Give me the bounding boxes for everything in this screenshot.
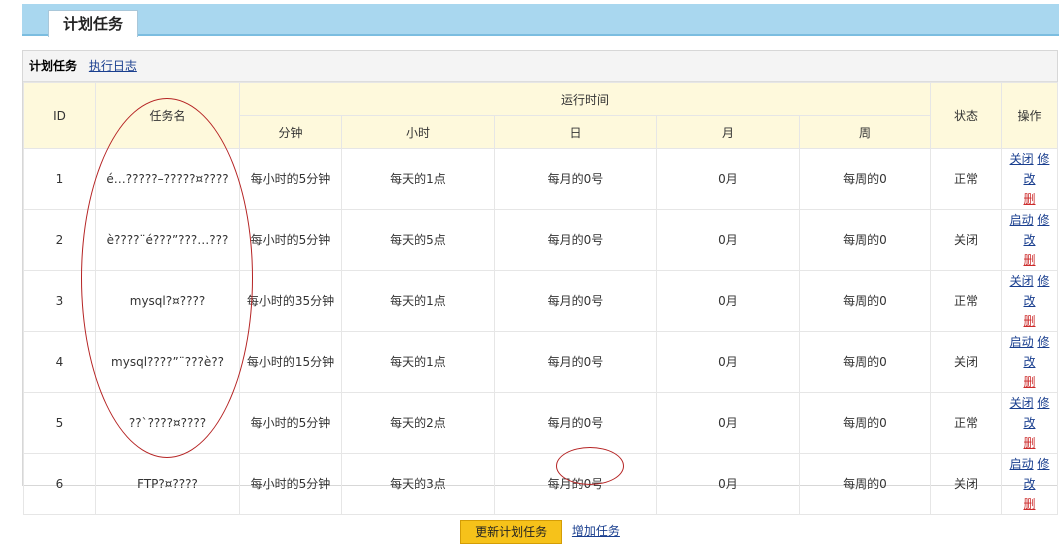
cell-minute: 每小时的5分钟 — [239, 453, 342, 515]
table-row: 4 mysql????”¨???è?? 每小时的15分钟 每天的1点 每月的0号… — [23, 331, 1058, 393]
header-month: 月 — [656, 115, 800, 149]
cell-task-name: ??`????¤???? — [95, 392, 240, 454]
table-row: 3 mysql?¤???? 每小时的35分钟 每天的1点 每月的0号 0月 每周… — [23, 270, 1058, 332]
cell-minute: 每小时的35分钟 — [239, 270, 342, 332]
header-run-time: 运行时间 — [239, 82, 931, 116]
toggle-link[interactable]: 启动 — [1010, 457, 1034, 471]
cell-actions: 启动 修改 删 — [1001, 453, 1058, 515]
cell-task-name: é…?????–?????¤???? — [95, 148, 240, 210]
header-week: 周 — [799, 115, 931, 149]
cell-week: 每周的0 — [799, 453, 931, 515]
toggle-link[interactable]: 启动 — [1010, 335, 1034, 349]
toggle-link[interactable]: 关闭 — [1010, 152, 1034, 166]
cell-week: 每周的0 — [799, 392, 931, 454]
tab-scheduled-tasks[interactable]: 计划任务 — [48, 10, 139, 37]
cell-day: 每月的0号 — [494, 209, 657, 271]
cell-actions: 启动 修改 删 — [1001, 209, 1058, 271]
cell-month: 0月 — [656, 270, 800, 332]
header-task-name: 任务名 — [95, 82, 240, 149]
cell-day: 每月的0号 — [494, 148, 657, 210]
update-tasks-button[interactable]: 更新计划任务 — [460, 520, 563, 544]
task-table: ID 任务名 运行时间 状态 操作 分钟 小时 日 月 周 1 é…?????–… — [23, 82, 1058, 515]
cell-hour: 每天的1点 — [341, 148, 495, 210]
cell-day: 每月的0号 — [494, 392, 657, 454]
cell-day: 每月的0号 — [494, 331, 657, 393]
cell-status: 关闭 — [930, 453, 1002, 515]
cell-month: 0月 — [656, 209, 800, 271]
cell-week: 每周的0 — [799, 148, 931, 210]
cell-status: 正常 — [930, 392, 1002, 454]
header-status: 状态 — [930, 82, 1002, 149]
cell-minute: 每小时的15分钟 — [239, 331, 342, 393]
toggle-link[interactable]: 关闭 — [1010, 274, 1034, 288]
cell-day: 每月的0号 — [494, 270, 657, 332]
task-panel: 计划任务 执行日志 ID 任务名 运行时间 状态 操作 分钟 小时 日 月 周 — [22, 50, 1058, 544]
panel-tab-execution-log[interactable]: 执行日志 — [89, 59, 137, 73]
cell-hour: 每天的1点 — [341, 270, 495, 332]
delete-link[interactable]: 删 — [1023, 253, 1035, 267]
cell-actions: 关闭 修改 删 — [1001, 270, 1058, 332]
cell-week: 每周的0 — [799, 270, 931, 332]
cell-id: 4 — [23, 331, 96, 393]
delete-link[interactable]: 删 — [1023, 497, 1035, 511]
cell-task-name: è????¨é???”???…??? — [95, 209, 240, 271]
cell-id: 5 — [23, 392, 96, 454]
cell-month: 0月 — [656, 148, 800, 210]
table-row: 5 ??`????¤???? 每小时的5分钟 每天的2点 每月的0号 0月 每周… — [23, 392, 1058, 454]
cell-month: 0月 — [656, 453, 800, 515]
table-row: 6 FTP?¤???? 每小时的5分钟 每天的3点 每月的0号 0月 每周的0 … — [23, 453, 1058, 515]
header-id: ID — [23, 82, 96, 149]
cell-id: 1 — [23, 148, 96, 210]
cell-task-name: FTP?¤???? — [95, 453, 240, 515]
table-row: 2 è????¨é???”???…??? 每小时的5分钟 每天的5点 每月的0号… — [23, 209, 1058, 271]
cell-id: 6 — [23, 453, 96, 515]
cell-day: 每月的0号 — [494, 453, 657, 515]
header-minute: 分钟 — [239, 115, 342, 149]
cell-status: 正常 — [930, 148, 1002, 210]
cell-month: 0月 — [656, 392, 800, 454]
toggle-link[interactable]: 关闭 — [1010, 396, 1034, 410]
cell-id: 2 — [23, 209, 96, 271]
cell-status: 关闭 — [930, 331, 1002, 393]
cell-task-name: mysql????”¨???è?? — [95, 331, 240, 393]
table-footer: 更新计划任务 增加任务 — [23, 515, 1057, 547]
panel-tab-scheduled-tasks[interactable]: 计划任务 — [29, 59, 77, 73]
toggle-link[interactable]: 启动 — [1010, 213, 1034, 227]
cell-hour: 每天的2点 — [341, 392, 495, 454]
panel-tabs: 计划任务 执行日志 — [23, 51, 1057, 82]
cell-minute: 每小时的5分钟 — [239, 209, 342, 271]
top-tab-bar: 计划任务 — [22, 4, 1059, 37]
cell-status: 正常 — [930, 270, 1002, 332]
cell-week: 每周的0 — [799, 331, 931, 393]
cell-actions: 启动 修改 删 — [1001, 331, 1058, 393]
cell-hour: 每天的1点 — [341, 331, 495, 393]
cell-task-name: mysql?¤???? — [95, 270, 240, 332]
cell-week: 每周的0 — [799, 209, 931, 271]
header-hour: 小时 — [341, 115, 495, 149]
delete-link[interactable]: 删 — [1023, 436, 1035, 450]
cell-actions: 关闭 修改 删 — [1001, 148, 1058, 210]
delete-link[interactable]: 删 — [1023, 375, 1035, 389]
table-row: 1 é…?????–?????¤???? 每小时的5分钟 每天的1点 每月的0号… — [23, 148, 1058, 210]
cell-minute: 每小时的5分钟 — [239, 392, 342, 454]
delete-link[interactable]: 删 — [1023, 314, 1035, 328]
header-operations: 操作 — [1001, 82, 1058, 149]
cell-hour: 每天的3点 — [341, 453, 495, 515]
cell-id: 3 — [23, 270, 96, 332]
header-day: 日 — [494, 115, 657, 149]
add-task-link[interactable]: 增加任务 — [572, 520, 620, 542]
cell-hour: 每天的5点 — [341, 209, 495, 271]
cell-actions: 关闭 修改 删 — [1001, 392, 1058, 454]
cell-minute: 每小时的5分钟 — [239, 148, 342, 210]
cell-status: 关闭 — [930, 209, 1002, 271]
delete-link[interactable]: 删 — [1023, 192, 1035, 206]
cell-month: 0月 — [656, 331, 800, 393]
